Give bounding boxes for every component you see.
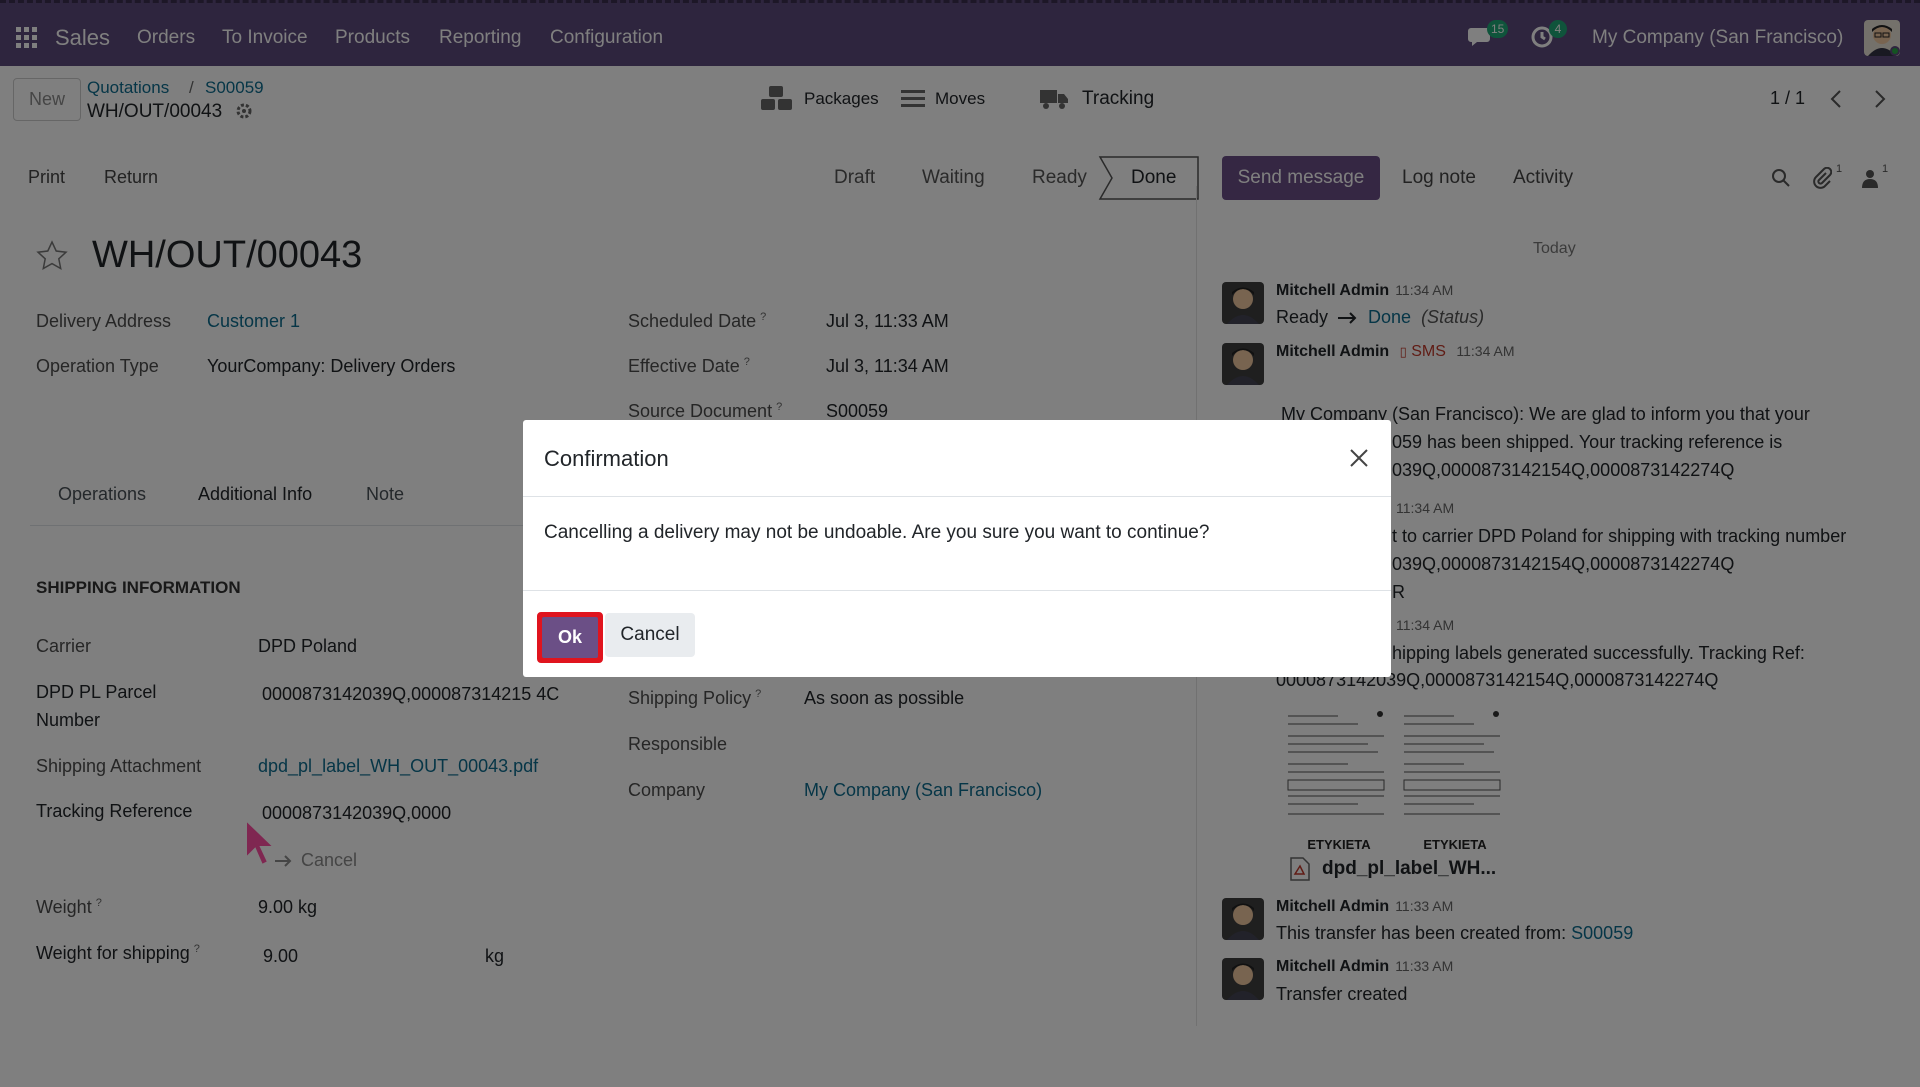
ok-button-label: Ok [542,617,598,658]
dialog-body: Cancelling a delivery may not be undoabl… [544,522,1210,543]
dialog-title: Confirmation [544,446,669,471]
cancel-button[interactable]: Cancel [605,613,695,657]
confirmation-dialog: Confirmation Cancelling a delivery may n… [523,420,1391,677]
ok-button[interactable]: Ok [537,612,603,663]
close-icon[interactable] [1349,448,1369,468]
dialog-header: Confirmation [523,420,1391,497]
